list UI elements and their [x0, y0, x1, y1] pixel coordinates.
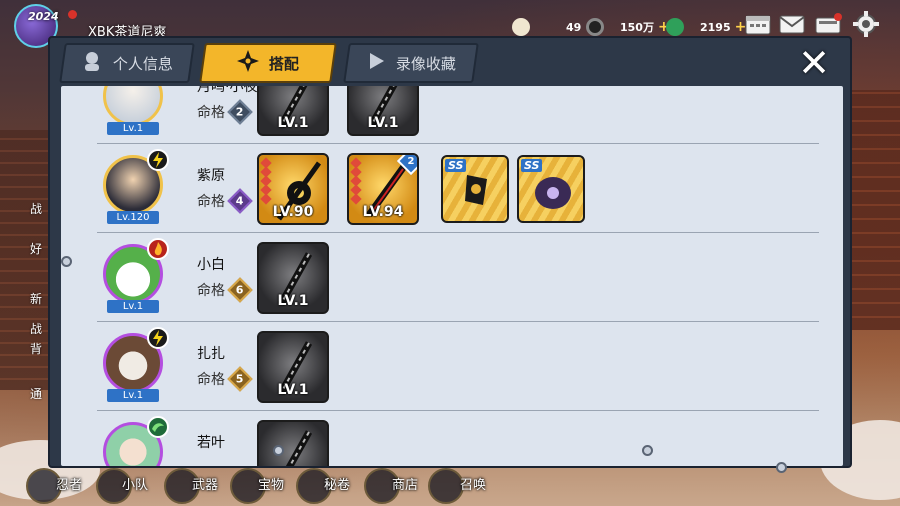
coin-currency[interactable]: 150万 +	[586, 17, 670, 37]
gear-icon[interactable]	[852, 10, 880, 38]
nav-icon[interactable]	[428, 468, 464, 504]
mingge-label: 命格	[197, 194, 225, 210]
profile-panel: 个人信息 搭配 录像收藏 ✕ Lv.1 月鸣·小夜 命格 2 LV.1 LV.1…	[48, 36, 852, 468]
mingge-info: 命格 5	[197, 366, 253, 392]
mingge-info: 命格 6	[197, 277, 253, 303]
house-currency-value: 49	[566, 20, 582, 34]
character-name: 扎扎	[197, 346, 225, 362]
item-level: LV.94	[362, 204, 404, 220]
year-badge: 2024	[28, 10, 59, 23]
list-item[interactable]: Lv.120 紫原 命格 4 LV.90 LV.94 2 SS SS	[97, 145, 819, 233]
character-name: 若叶	[197, 435, 225, 451]
mingge-label: 命格	[197, 283, 225, 299]
scroll-slot[interactable]: SS	[441, 155, 509, 223]
background-building-left	[0, 130, 50, 390]
side-label[interactable]: 背	[30, 340, 42, 357]
weapon-slot[interactable]: LV.1	[257, 331, 329, 403]
coin-currency-value: 150万	[620, 21, 654, 34]
lightning-element-icon	[147, 149, 169, 171]
mingge-badge: 4	[227, 188, 253, 214]
side-label[interactable]: 好	[30, 240, 42, 257]
pin-dot	[642, 445, 653, 456]
mingge-badge: 5	[227, 366, 253, 392]
nav-treasure[interactable]: 宝物	[258, 474, 284, 493]
weapon-slot[interactable]: LV.90	[257, 153, 329, 225]
item-level: LV.90	[272, 204, 314, 220]
fire-element-icon	[147, 238, 169, 260]
house-currency[interactable]: 49 +	[512, 17, 597, 37]
item-level: LV.1	[277, 382, 309, 398]
mingge-label: 命格	[197, 372, 225, 388]
tab-label: 搭配	[268, 54, 299, 73]
level-tag: Lv.120	[107, 211, 159, 224]
character-loadout-list[interactable]: Lv.1 月鸣·小夜 命格 2 LV.1 LV.1 Lv.120 紫原 命格 4…	[61, 86, 843, 466]
nav-shop[interactable]: 商店	[392, 474, 418, 493]
weapon-slot[interactable]: LV.1	[347, 86, 419, 136]
weapon-slot[interactable]: LV.94 2	[347, 153, 419, 225]
list-item[interactable]: Lv.1 扎扎 命格 5 LV.1	[97, 323, 819, 411]
scroll-icon	[535, 177, 571, 209]
mingge-info: 命格 2	[197, 99, 253, 125]
item-level: LV.1	[277, 115, 309, 131]
nav-summon[interactable]: 召唤	[460, 474, 486, 493]
side-label[interactable]: 新	[30, 290, 42, 307]
item-level: LV.1	[367, 115, 399, 131]
nav-scroll[interactable]: 秘卷	[324, 474, 350, 493]
character-name: 小白	[197, 257, 225, 273]
level-tag: Lv.1	[107, 300, 159, 313]
tab-label: 个人信息	[112, 54, 173, 73]
weapon-slot[interactable]	[257, 420, 329, 466]
side-label[interactable]: 战	[30, 320, 42, 337]
side-label[interactable]: 战	[30, 200, 42, 217]
house-icon	[512, 18, 530, 36]
coin-icon	[586, 18, 604, 36]
tab-label: 录像收藏	[395, 54, 456, 73]
pin-dot	[776, 462, 787, 473]
gem-currency-value: 2195	[700, 20, 731, 34]
background-building-right	[850, 90, 900, 330]
sword-icon	[285, 430, 313, 466]
mingge-badge: 2	[227, 99, 253, 125]
scroll-slot[interactable]: SS	[517, 155, 585, 223]
bottom-navigation: 忍者 小队 武器 宝物 秘卷 商店 召唤	[0, 468, 900, 506]
character-name: 月鸣·小夜	[197, 86, 258, 95]
nav-weapon[interactable]: 武器	[192, 474, 218, 493]
character-name: 紫原	[197, 168, 225, 184]
ninja-icon	[81, 50, 103, 76]
pin-dot	[273, 445, 284, 456]
side-label[interactable]: 通	[30, 385, 42, 402]
wind-element-icon	[147, 416, 169, 438]
shop-ticket-icon[interactable]	[814, 12, 842, 36]
list-item[interactable]: Lv.1 小白 命格 6 LV.1	[97, 234, 819, 322]
mingge-badge: 6	[227, 277, 253, 303]
pin-dot	[61, 256, 72, 267]
calendar-icon[interactable]	[744, 12, 772, 36]
list-item[interactable]: Lv.1 月鸣·小夜 命格 2 LV.1 LV.1	[97, 86, 819, 144]
notification-dot	[68, 10, 77, 19]
tab-personal-info[interactable]: 个人信息	[59, 43, 195, 83]
gem-icon	[666, 18, 684, 36]
gem-currency[interactable]: 2195 +	[666, 17, 746, 37]
nav-ninja[interactable]: 忍者	[56, 474, 82, 493]
list-item[interactable]: 若叶	[97, 412, 819, 466]
mingge-info: 命格 4	[197, 188, 253, 214]
character-avatar[interactable]	[103, 86, 163, 126]
level-tag: Lv.1	[107, 389, 159, 402]
play-icon	[366, 51, 386, 75]
weapon-slot[interactable]: LV.1	[257, 86, 329, 136]
tab-replay-favorites[interactable]: 录像收藏	[343, 43, 479, 83]
mail-icon[interactable]	[778, 12, 806, 36]
weapon-slot[interactable]: LV.1	[257, 242, 329, 314]
tab-loadout[interactable]: 搭配	[199, 43, 337, 83]
item-level: LV.1	[277, 293, 309, 309]
shuriken-icon	[236, 50, 259, 76]
scroll-icon	[465, 175, 487, 205]
level-tag: Lv.1	[107, 122, 159, 135]
mingge-label: 命格	[197, 105, 225, 121]
close-button[interactable]: ✕	[796, 44, 832, 82]
nav-team[interactable]: 小队	[122, 474, 148, 493]
lightning-element-icon	[147, 327, 169, 349]
